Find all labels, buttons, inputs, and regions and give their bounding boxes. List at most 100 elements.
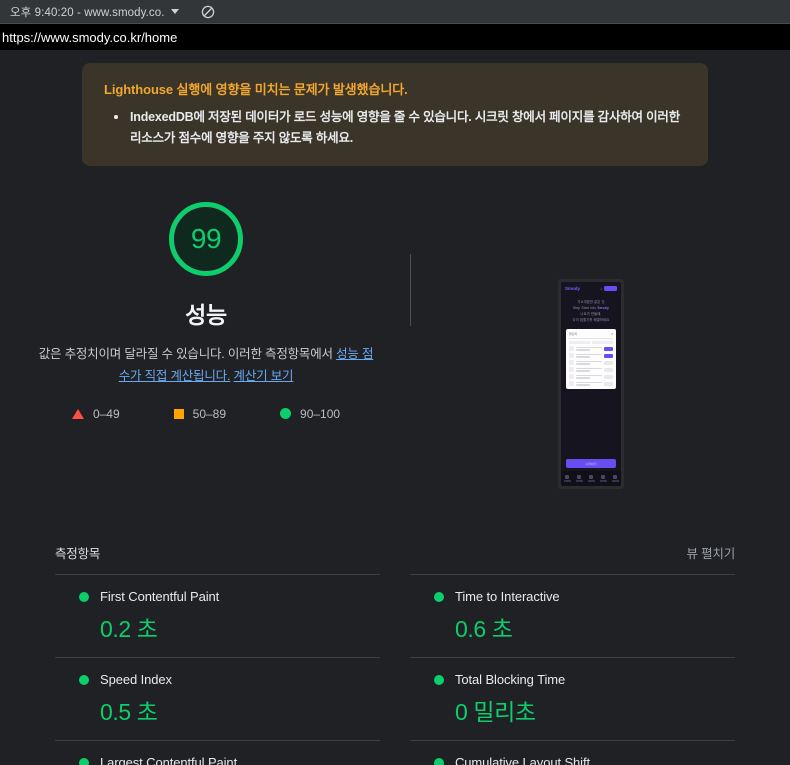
warning-banner-title: Lighthouse 실행에 영향을 미치는 문제가 발생했습니다. bbox=[104, 82, 408, 97]
score-description-text: 값은 추정치이며 달라질 수 있습니다. 이러한 측정항목에서 bbox=[38, 347, 337, 362]
thumbnail-row bbox=[569, 381, 613, 387]
nav-item bbox=[573, 471, 585, 486]
metric-item[interactable]: Speed Index 0.5 초 bbox=[55, 657, 380, 740]
status-circle-icon bbox=[434, 591, 444, 602]
metric-item[interactable]: First Contentful Paint 0.2 초 bbox=[55, 574, 380, 657]
thumbnail-logo: Smody bbox=[565, 286, 581, 291]
row-icon bbox=[569, 360, 574, 366]
devtools-topbar: 오후 9:40:20 - www.smody.co. bbox=[0, 0, 790, 24]
score-category-label: 성능 bbox=[185, 302, 227, 329]
metrics-grid: First Contentful Paint 0.2 초 Time to Int… bbox=[55, 574, 735, 765]
metric-name: First Contentful Paint bbox=[100, 589, 220, 604]
thumbnail-row bbox=[569, 360, 613, 366]
metric-item[interactable]: Time to Interactive 0.6 초 bbox=[410, 574, 735, 657]
nav-item bbox=[609, 471, 621, 486]
metric-item[interactable]: Cumulative Layout Shift 0 bbox=[410, 740, 735, 765]
warning-banner-item: IndexedDB에 저장된 데이터가 로드 성능에 영향을 줄 수 있습니다.… bbox=[104, 107, 686, 148]
performance-gauge: 99 bbox=[165, 198, 247, 280]
status-circle-icon bbox=[79, 757, 89, 765]
status-circle-icon bbox=[79, 591, 89, 602]
triangle-icon bbox=[71, 408, 84, 419]
thumbnail-card-header: 챌린지 ≡ bbox=[569, 332, 613, 340]
thumbnail-bottom-nav bbox=[561, 471, 621, 486]
metric-name: Cumulative Layout Shift bbox=[455, 755, 590, 765]
metric-row: Largest Contentful Paint bbox=[55, 755, 380, 765]
status-circle-icon bbox=[79, 674, 89, 685]
warning-banner: Lighthouse 실행에 영향을 미치는 문제가 발생했습니다. Index… bbox=[82, 63, 708, 167]
thumbnail-card-title: 챌린지 bbox=[569, 332, 578, 337]
thumbnail-tab bbox=[592, 341, 613, 345]
thumbnail-header: Smody ♪ bbox=[561, 282, 621, 291]
metrics-title: 측정항목 bbox=[55, 547, 101, 561]
metric-row: First Contentful Paint bbox=[55, 589, 380, 604]
row-action bbox=[604, 367, 613, 372]
topbar-title: 오후 9:40:20 - www.smody.co. bbox=[10, 6, 165, 19]
chevron-down-icon[interactable] bbox=[170, 9, 179, 14]
row-lines bbox=[576, 354, 602, 358]
thumbnail-row bbox=[569, 374, 613, 380]
thumbnail-cta-label: 시작하기 bbox=[585, 461, 597, 466]
music-note-icon: ♪ bbox=[600, 286, 602, 291]
metric-name: Largest Contentful Paint bbox=[100, 755, 238, 765]
metric-row: Speed Index bbox=[55, 672, 380, 687]
score-value: 99 bbox=[190, 223, 222, 255]
thumbnail-card-tabs bbox=[569, 341, 613, 345]
status-circle-icon bbox=[434, 757, 444, 765]
legend-range-fail: 0–49 bbox=[92, 406, 120, 421]
expand-view-toggle[interactable]: 뷰 펼치기 bbox=[687, 543, 736, 562]
thumbnail-hero: 기소개할만 같은 것 Step Start into Smody 나요가 만들때… bbox=[561, 299, 621, 323]
thumbnail-hero-line-2a: Step Start into bbox=[573, 306, 597, 311]
row-lines bbox=[576, 361, 602, 365]
legend-range-pass: 90–100 bbox=[300, 406, 341, 421]
row-lines bbox=[576, 382, 602, 386]
thumbnail-row bbox=[569, 367, 613, 373]
thumbnail-login-button bbox=[604, 286, 617, 291]
thumbnail-row bbox=[569, 353, 613, 359]
warning-banner-list: IndexedDB에 저장된 데이터가 로드 성능에 영향을 줄 수 있습니다.… bbox=[104, 107, 686, 148]
row-lines bbox=[576, 375, 602, 379]
metric-name: Speed Index bbox=[100, 672, 172, 687]
thumbnail-card-rows bbox=[569, 346, 613, 387]
vertical-divider bbox=[410, 254, 411, 327]
thumbnail-hero-line-4: 다이 밥줄기를 해결하세요 bbox=[572, 318, 610, 323]
legend-item-pass: 90–100 bbox=[280, 407, 340, 421]
page-screenshot-thumbnail[interactable]: Smody ♪ 기소개할만 같은 것 Step Start into Smody… bbox=[558, 279, 624, 489]
row-action bbox=[604, 374, 613, 379]
row-icon bbox=[569, 374, 574, 380]
nav-item bbox=[561, 471, 573, 486]
metrics-section: 측정항목 뷰 펼치기 First Contentful Paint 0.2 초 … bbox=[0, 543, 790, 765]
row-icon bbox=[569, 381, 574, 387]
metric-value: 0.2 초 bbox=[100, 616, 158, 642]
row-icon bbox=[569, 346, 574, 352]
circle-icon bbox=[280, 408, 292, 420]
row-icon bbox=[569, 353, 574, 359]
url-bar[interactable]: https://www.smody.co.kr/home bbox=[0, 24, 790, 50]
thumbnail-card: 챌린지 ≡ bbox=[566, 329, 616, 390]
score-description: 값은 추정치이며 달라질 수 있습니다. 이러한 측정항목에서 성능 점수가 직… bbox=[36, 344, 376, 387]
thumbnail-hero-brand: Smody bbox=[597, 306, 609, 311]
score-gauge-wrap: 99 성능 값은 추정치이며 달라질 수 있습니다. 이러한 측정항목에서 성능… bbox=[0, 182, 412, 421]
metric-name: Time to Interactive bbox=[455, 589, 560, 604]
nav-item bbox=[585, 471, 597, 486]
thumbnail-tab bbox=[569, 341, 590, 345]
thumbnail-header-actions: ♪ bbox=[600, 286, 617, 291]
thumbnail-row bbox=[569, 346, 613, 352]
score-legend: 0–49 50–89 90–100 bbox=[71, 406, 340, 421]
row-lines bbox=[576, 368, 602, 372]
url-text: https://www.smody.co.kr/home bbox=[2, 29, 178, 45]
metric-item[interactable]: Total Blocking Time 0 밀리초 bbox=[410, 657, 735, 740]
score-section: 99 성능 값은 추정치이며 달라질 수 있습니다. 이러한 측정항목에서 성능… bbox=[0, 182, 790, 422]
legend-item-average: 50–89 bbox=[173, 407, 226, 421]
metric-value: 0.5 초 bbox=[100, 699, 158, 725]
lighthouse-report: Lighthouse 실행에 영향을 미치는 문제가 발생했습니다. Index… bbox=[0, 63, 790, 765]
metric-name: Total Blocking Time bbox=[455, 672, 566, 687]
status-circle-icon bbox=[434, 674, 444, 685]
no-entry-icon[interactable] bbox=[201, 5, 215, 19]
metric-item[interactable]: Largest Contentful Paint 1.0 초 bbox=[55, 740, 380, 765]
score-calculator-link[interactable]: 계산기 보기 bbox=[234, 369, 294, 383]
square-icon bbox=[173, 408, 184, 419]
row-action bbox=[604, 346, 613, 351]
metric-row: Cumulative Layout Shift bbox=[410, 755, 735, 765]
nav-item bbox=[597, 471, 609, 486]
metric-row: Time to Interactive bbox=[410, 589, 735, 604]
